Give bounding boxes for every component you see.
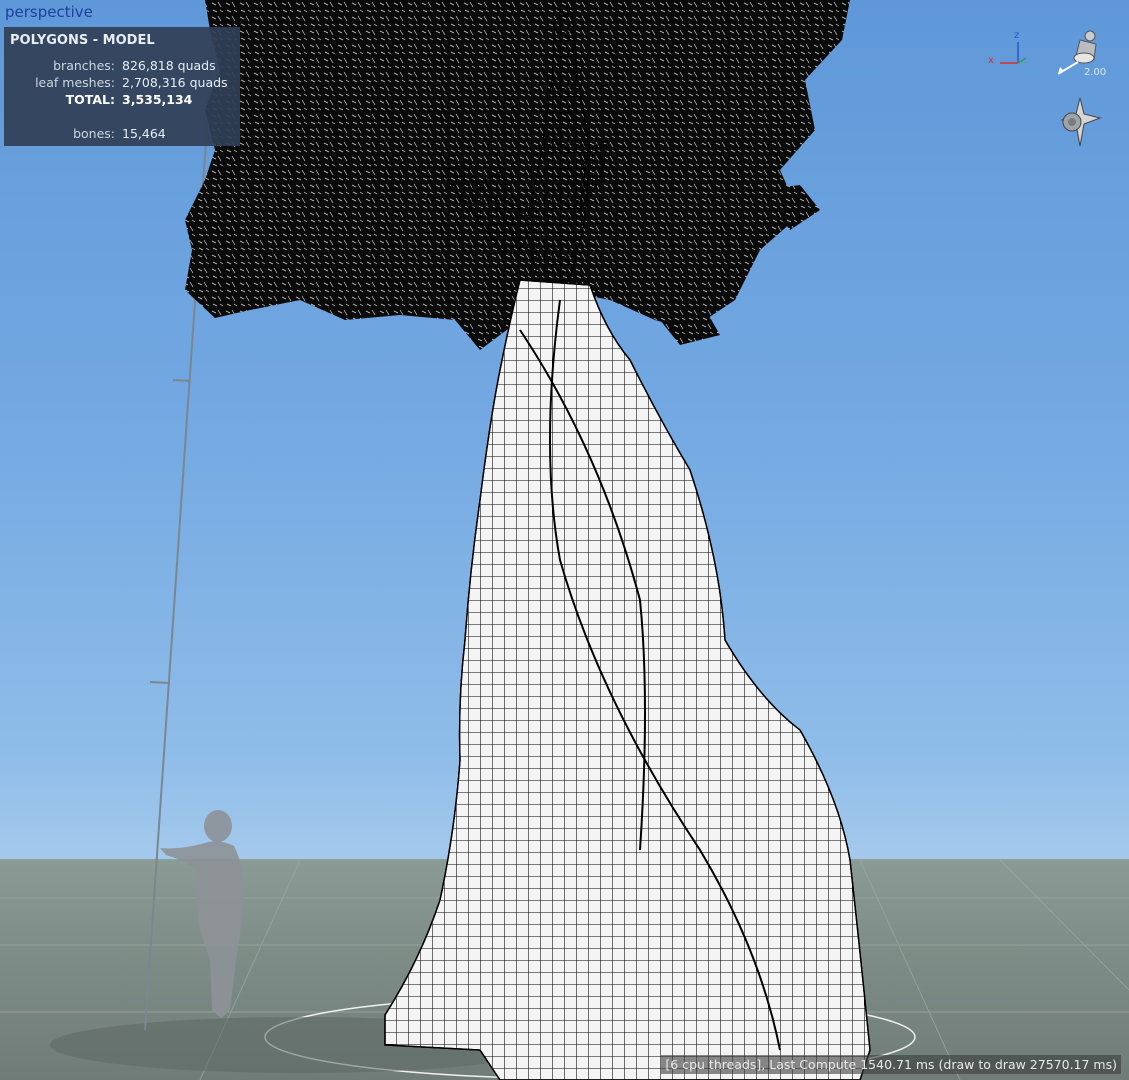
stat-key: branches: xyxy=(53,58,115,73)
stat-key: bones: xyxy=(73,126,115,141)
stat-key: leaf meshes: xyxy=(35,75,115,90)
camera-orientation-icon[interactable] xyxy=(1056,96,1104,150)
polygon-stats-panel: POLYGONS - MODEL branches: 826,818 quads… xyxy=(4,27,240,146)
stat-value: 3,535,134 xyxy=(122,92,193,107)
stat-value: 15,464 xyxy=(122,126,166,141)
human-silhouette xyxy=(160,810,245,1018)
stat-row-bones: bones: 15,464 xyxy=(4,126,240,144)
status-bar: [6 cpu threads], Last Compute 1540.71 ms… xyxy=(661,1055,1121,1074)
stat-key: TOTAL: xyxy=(65,92,115,107)
scene-canvas[interactable] xyxy=(0,0,1129,1080)
axis-gizmo-icon[interactable]: z x xyxy=(986,30,1026,70)
stat-row-branches: branches: 826,818 quads xyxy=(4,58,240,76)
stat-value: 2,708,316 quads xyxy=(122,75,228,90)
viewport[interactable]: perspective POLYGONS - MODEL branches: 8… xyxy=(0,0,1129,1080)
light-intensity-value: 2.00 xyxy=(1084,67,1107,78)
stats-title: POLYGONS - MODEL xyxy=(10,33,155,48)
axis-z-label: z xyxy=(1014,30,1020,41)
viewport-label[interactable]: perspective xyxy=(5,3,93,21)
tree-trunk xyxy=(384,279,871,1080)
stat-row-total: TOTAL: 3,535,134 xyxy=(4,92,240,110)
stat-value: 826,818 quads xyxy=(122,58,216,73)
stat-row-leaf-meshes: leaf meshes: 2,708,316 quads xyxy=(4,75,240,93)
axis-x-label: x xyxy=(988,55,994,66)
